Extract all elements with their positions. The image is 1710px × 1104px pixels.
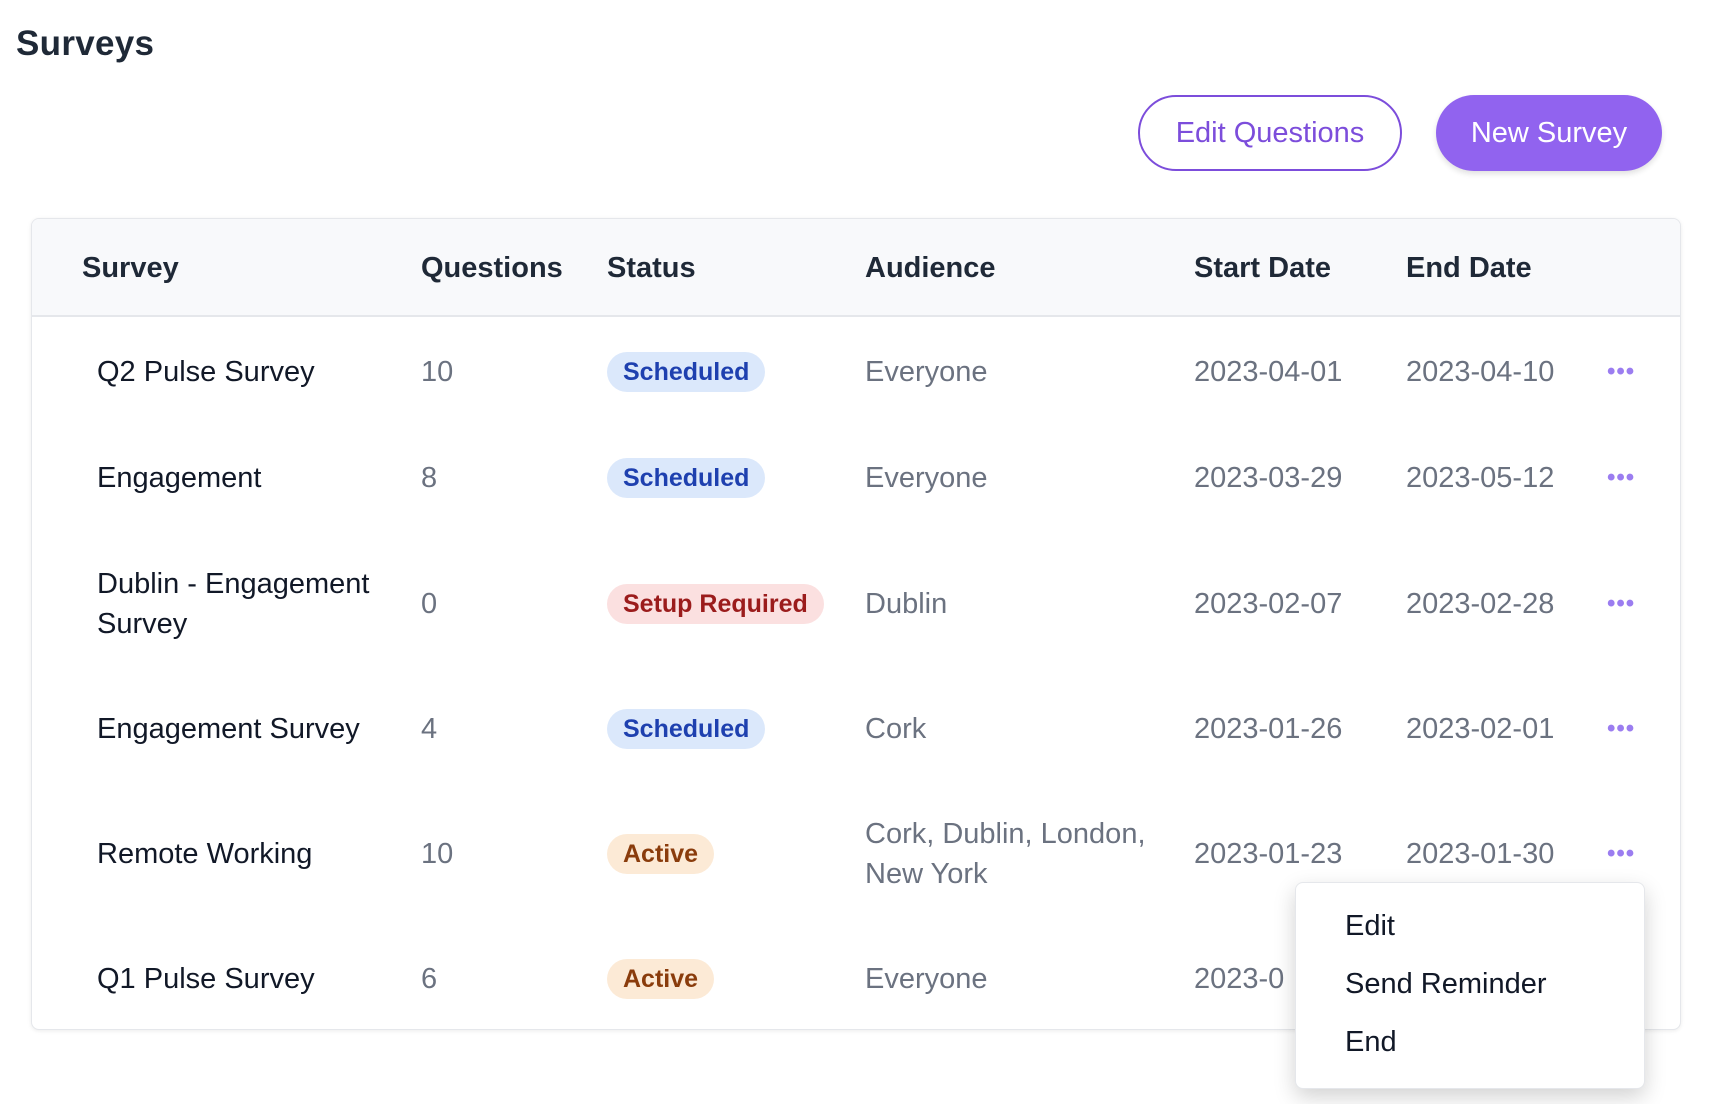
table-header: Survey Questions Status Audience Start D… xyxy=(32,219,1680,317)
toolbar: Edit Questions New Survey xyxy=(1138,95,1662,171)
question-count: 8 xyxy=(421,462,438,494)
survey-name[interactable]: Q1 Pulse Survey xyxy=(97,927,397,1029)
audience: Cork, Dublin, London, New York xyxy=(865,818,1146,890)
audience: Dublin xyxy=(865,588,948,620)
question-count: 4 xyxy=(421,713,438,745)
audience: Everyone xyxy=(865,462,988,494)
status-cell: Scheduled xyxy=(607,677,766,781)
survey-name[interactable]: Q2 Pulse Survey xyxy=(97,319,397,425)
menu-item-edit[interactable]: Edit xyxy=(1296,897,1644,955)
ellipsis-icon[interactable]: ••• xyxy=(1607,425,1635,531)
table-row[interactable]: Engagement Survey 4 Scheduled Cork 2023-… xyxy=(32,677,1680,781)
survey-name[interactable]: Engagement xyxy=(97,425,397,531)
column-header-survey[interactable]: Survey xyxy=(82,219,179,317)
column-header-end-date[interactable]: End Date xyxy=(1406,219,1532,317)
question-count: 0 xyxy=(421,588,438,620)
table-row[interactable]: Dublin - Engagement Survey 0 Setup Requi… xyxy=(32,531,1680,677)
status-badge: Scheduled xyxy=(607,352,766,392)
survey-name[interactable]: Dublin - Engagement Survey xyxy=(97,531,387,677)
survey-name[interactable]: Engagement Survey xyxy=(97,677,397,781)
column-header-questions[interactable]: Questions xyxy=(421,219,563,317)
audience: Everyone xyxy=(865,356,988,388)
ellipsis-icon[interactable]: ••• xyxy=(1607,531,1635,677)
status-cell: Scheduled xyxy=(607,319,766,425)
survey-name[interactable]: Remote Working xyxy=(97,781,397,927)
column-header-status[interactable]: Status xyxy=(607,219,696,317)
end-date: 2023-04-10 xyxy=(1406,356,1555,388)
start-date: 2023-01-26 xyxy=(1194,713,1343,745)
question-count: 10 xyxy=(421,838,454,870)
status-badge: Setup Required xyxy=(607,584,824,624)
table-row[interactable]: Q2 Pulse Survey 10 Scheduled Everyone 20… xyxy=(32,319,1680,425)
question-count: 10 xyxy=(421,356,454,388)
start-date: 2023-02-07 xyxy=(1194,588,1343,620)
new-survey-button[interactable]: New Survey xyxy=(1436,95,1662,171)
edit-questions-button[interactable]: Edit Questions xyxy=(1138,95,1402,171)
column-header-start-date[interactable]: Start Date xyxy=(1194,219,1331,317)
end-date: 2023-02-01 xyxy=(1406,713,1555,745)
status-cell: Active xyxy=(607,927,715,1029)
column-header-audience[interactable]: Audience xyxy=(865,219,996,317)
ellipsis-icon[interactable]: ••• xyxy=(1607,319,1635,425)
ellipsis-icon[interactable]: ••• xyxy=(1607,677,1635,781)
end-date: 2023-02-28 xyxy=(1406,588,1555,620)
status-cell: Active xyxy=(607,781,715,927)
audience: Everyone xyxy=(865,963,988,995)
start-date: 2023-04-01 xyxy=(1194,356,1343,388)
row-actions-menu: Edit Send Reminder End xyxy=(1295,882,1645,1089)
question-count: 6 xyxy=(421,963,438,995)
end-date: 2023-05-12 xyxy=(1406,462,1555,494)
status-badge: Active xyxy=(607,834,715,874)
start-date: 2023-03-29 xyxy=(1194,462,1343,494)
table-row[interactable]: Engagement 8 Scheduled Everyone 2023-03-… xyxy=(32,425,1680,531)
page-title: Surveys xyxy=(16,24,155,63)
menu-item-send-reminder[interactable]: Send Reminder xyxy=(1296,955,1644,1013)
status-cell: Setup Required xyxy=(607,531,824,677)
status-badge: Scheduled xyxy=(607,458,766,498)
status-badge: Scheduled xyxy=(607,709,766,749)
start-date: 2023-0 xyxy=(1194,963,1285,995)
status-cell: Scheduled xyxy=(607,425,766,531)
audience: Cork xyxy=(865,713,927,745)
status-badge: Active xyxy=(607,959,715,999)
menu-item-end[interactable]: End xyxy=(1296,1013,1644,1071)
